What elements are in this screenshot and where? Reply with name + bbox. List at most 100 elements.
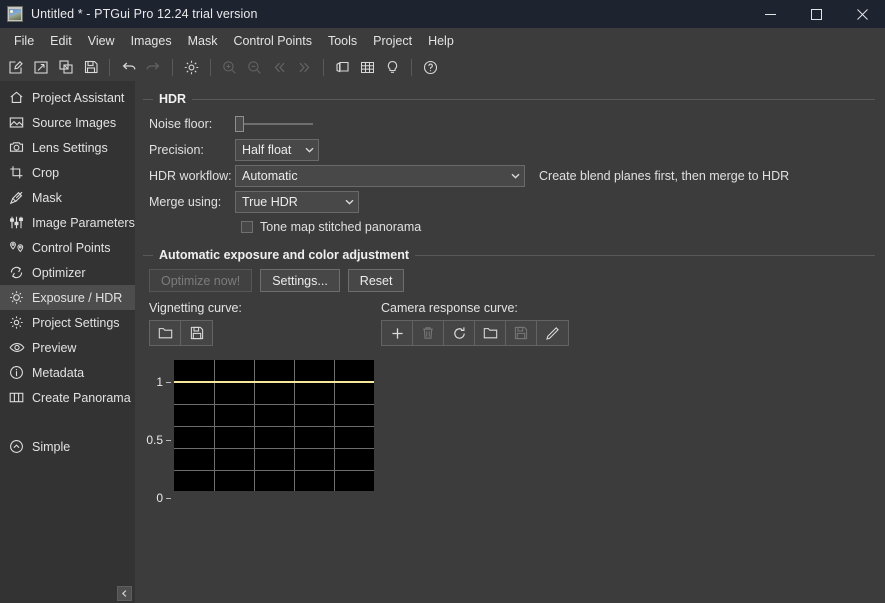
sidebar-mode-simple[interactable]: Simple: [0, 434, 135, 459]
edit-response-curve-icon[interactable]: [537, 321, 568, 345]
plot-area[interactable]: [174, 360, 374, 491]
chevron-up-circle-icon: [8, 438, 25, 455]
toolbar-separator: [172, 59, 173, 76]
sidebar: Project Assistant Source Images Lens Set…: [0, 81, 135, 603]
menu-help[interactable]: Help: [420, 31, 462, 51]
group-line: [415, 255, 875, 256]
slider-handle[interactable]: [235, 116, 244, 132]
camera-response-curve-section: Camera response curve:: [381, 301, 569, 346]
close-button[interactable]: [839, 0, 885, 28]
merge-using-value: True HDR: [242, 195, 340, 209]
lightbulb-icon[interactable]: [380, 55, 405, 79]
new-project-icon[interactable]: [3, 55, 28, 79]
image-icon: [8, 114, 25, 131]
tick-mark: [166, 382, 171, 383]
ptgui-window: Untitled * - PTGui Pro 12.24 trial versi…: [0, 0, 885, 603]
hdr-workflow-select[interactable]: Automatic: [235, 165, 525, 187]
main-toolbar: [0, 53, 885, 81]
vignetting-curve-toolbar: [149, 320, 213, 346]
save-vignetting-curve-icon[interactable]: [181, 321, 212, 345]
load-vignetting-curve-icon[interactable]: [150, 321, 181, 345]
sidebar-item-crop[interactable]: Crop: [0, 160, 135, 185]
precision-select[interactable]: Half float: [235, 139, 319, 161]
gear-icon[interactable]: [179, 55, 204, 79]
sidebar-item-image-parameters[interactable]: Image Parameters: [0, 210, 135, 235]
sidebar-item-label: Image Parameters: [32, 216, 135, 230]
save-project-icon[interactable]: [78, 55, 103, 79]
info-icon: [8, 364, 25, 381]
add-images-icon[interactable]: [53, 55, 78, 79]
save-response-curve-icon[interactable]: [506, 321, 537, 345]
menu-control-points[interactable]: Control Points: [225, 31, 320, 51]
sidebar-item-control-points[interactable]: Control Points: [0, 235, 135, 260]
add-response-curve-icon[interactable]: [382, 321, 413, 345]
slider-track: [242, 123, 313, 125]
noise-floor-slider[interactable]: [235, 114, 313, 134]
sidebar-item-source-images[interactable]: Source Images: [0, 110, 135, 135]
menu-edit[interactable]: Edit: [42, 31, 80, 51]
auto-exposure-group-header: Automatic exposure and color adjustment: [143, 247, 875, 263]
sidebar-item-exposure-hdr[interactable]: Exposure / HDR: [0, 285, 135, 310]
sidebar-spacer: [0, 410, 135, 434]
sidebar-item-label: Source Images: [32, 116, 116, 130]
zoom-in-icon[interactable]: [217, 55, 242, 79]
hdr-group-title: HDR: [159, 92, 186, 106]
toolbar-separator: [109, 59, 110, 76]
tone-map-row[interactable]: Tone map stitched panorama: [143, 215, 875, 239]
open-project-icon[interactable]: [28, 55, 53, 79]
menu-project[interactable]: Project: [365, 31, 420, 51]
camera-response-curve-toolbar: [381, 320, 569, 346]
toolbar-separator: [210, 59, 211, 76]
merge-using-select[interactable]: True HDR: [235, 191, 359, 213]
layers-icon[interactable]: [330, 55, 355, 79]
sidebar-item-create-panorama[interactable]: Create Panorama: [0, 385, 135, 410]
precision-value: Half float: [242, 143, 300, 157]
reset-response-curve-icon[interactable]: [444, 321, 475, 345]
settings-button[interactable]: Settings...: [260, 269, 340, 292]
gear-icon: [8, 314, 25, 331]
precision-label: Precision:: [143, 143, 235, 157]
undo-icon[interactable]: [116, 55, 141, 79]
noise-floor-row: Noise floor:: [143, 111, 875, 137]
reset-button[interactable]: Reset: [348, 269, 405, 292]
minimize-button[interactable]: [747, 0, 793, 28]
hdr-workflow-row: HDR workflow: Automatic Create blend pla…: [143, 163, 875, 189]
sidebar-collapse-button[interactable]: [117, 586, 132, 601]
sidebar-item-project-assistant[interactable]: Project Assistant: [0, 85, 135, 110]
maximize-button[interactable]: [793, 0, 839, 28]
previous-icon[interactable]: [267, 55, 292, 79]
menu-view[interactable]: View: [80, 31, 123, 51]
menu-mask[interactable]: Mask: [180, 31, 226, 51]
redo-icon[interactable]: [141, 55, 166, 79]
optimize-now-button[interactable]: Optimize now!: [149, 269, 252, 292]
window-title: Untitled * - PTGui Pro 12.24 trial versi…: [31, 7, 258, 21]
group-line: [192, 99, 875, 100]
help-icon[interactable]: [418, 55, 443, 79]
exposure-hdr-panel: HDR Noise floor: Precision: Half float: [135, 81, 885, 603]
sidebar-item-metadata[interactable]: Metadata: [0, 360, 135, 385]
hdr-group: HDR Noise floor: Precision: Half float: [143, 91, 875, 239]
gridline-horizontal: [174, 426, 374, 427]
home-icon: [8, 89, 25, 106]
tone-map-checkbox[interactable]: [241, 221, 253, 233]
sidebar-item-preview[interactable]: Preview: [0, 335, 135, 360]
y-tick-label: 1: [143, 375, 163, 389]
grid-icon[interactable]: [355, 55, 380, 79]
sidebar-item-label: Mask: [32, 191, 62, 205]
y-tick-label: 0.5: [143, 433, 163, 447]
load-response-curve-icon[interactable]: [475, 321, 506, 345]
zoom-out-icon[interactable]: [242, 55, 267, 79]
menu-file[interactable]: File: [6, 31, 42, 51]
menu-tools[interactable]: Tools: [320, 31, 365, 51]
sidebar-item-label: Create Panorama: [32, 391, 131, 405]
delete-response-curve-icon[interactable]: [413, 321, 444, 345]
next-icon[interactable]: [292, 55, 317, 79]
brush-icon: [8, 189, 25, 206]
sidebar-item-lens-settings[interactable]: Lens Settings: [0, 135, 135, 160]
sidebar-item-optimizer[interactable]: Optimizer: [0, 260, 135, 285]
sidebar-item-project-settings[interactable]: Project Settings: [0, 310, 135, 335]
chevron-down-icon: [300, 147, 318, 153]
sidebar-item-mask[interactable]: Mask: [0, 185, 135, 210]
menu-images[interactable]: Images: [123, 31, 180, 51]
sidebar-item-label: Control Points: [32, 241, 111, 255]
